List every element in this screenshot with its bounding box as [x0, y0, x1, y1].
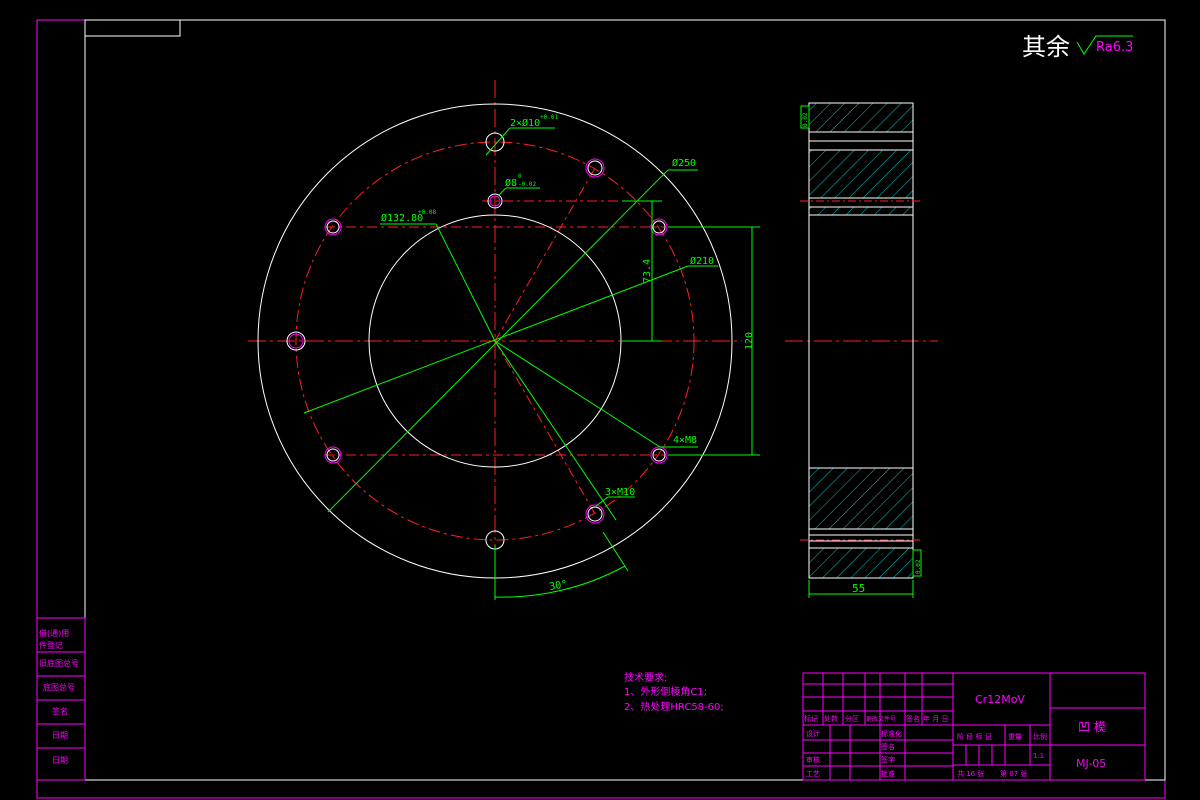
dim-d8: Ø8: [505, 177, 517, 189]
left-label-0: 借(通)用: [39, 628, 69, 638]
tb-scale-label: 比例: [1033, 732, 1047, 741]
dim-d8-tol-low: -0.02: [518, 181, 536, 188]
dim-angle: 30°: [549, 579, 569, 593]
left-label-1: 件登记: [39, 640, 63, 650]
tech-line-2: 2、热处理HRC58-60;: [624, 700, 724, 713]
tb-header-2: 分区: [845, 714, 859, 723]
dim-d13280: Ø132.80: [381, 212, 423, 224]
tech-requirements: 技术要求: 1、外形倒棱角C1; 2、热处理HRC58-60;: [624, 671, 724, 713]
tech-line-1: 1、外形倒棱角C1;: [624, 685, 707, 698]
tb-stage-label: 阶 段 标 记: [957, 732, 992, 741]
corner-box: [84, 19, 181, 37]
dim-d8-tol-up: 0: [518, 173, 522, 180]
tb-role-review: 审核: [806, 755, 820, 764]
tb-part-name: 凹 模: [1078, 720, 1106, 734]
tol-side-top: 0.02: [802, 112, 809, 127]
dim-m8: 4×M8: [673, 435, 697, 446]
tb-role2-approve: 批准: [881, 769, 895, 778]
tb-role2-mid1: 签字: [881, 755, 895, 764]
tb-header-3: 更改文件号: [866, 715, 896, 723]
dim-width: 55: [852, 582, 865, 595]
roughness-note: 其余 Ra6.3: [1022, 33, 1133, 61]
tb-drawing-no: MJ-05: [1076, 757, 1106, 770]
tb-header-0: 标记: [804, 714, 818, 723]
roughness-value: Ra6.3: [1096, 40, 1133, 55]
tb-material: Cr12MoV: [975, 693, 1025, 706]
dim-734: 73.4: [642, 259, 653, 283]
roughness-prefix: 其余: [1022, 33, 1070, 61]
tb-header-1: 处数: [824, 714, 838, 723]
front-view: 2×Ø10 +0.01 Ø250 Ø8 0 -0.02 Ø132.80 +0.0…: [248, 80, 760, 600]
drawing-canvas: 其余 Ra6.3 2×Ø10 +0.01 Ø250 Ø8 0 -0.02 Ø13…: [36, 19, 1166, 799]
dim-holes-top-tol: +0.01: [540, 114, 558, 121]
tb-weight-label: 重量: [1008, 733, 1022, 741]
left-label-6: 日期: [52, 756, 68, 765]
tech-title: 技术要求:: [624, 671, 667, 684]
inner-frame: [84, 19, 1166, 781]
tb-header-5: 年 月 日: [923, 714, 948, 723]
tol-side-bottom: 0.02: [915, 559, 922, 574]
tb-scale-value: 1:1: [1033, 752, 1044, 760]
tb-role2-mid0: 签名: [881, 742, 895, 751]
tb-sheets: 共 16 张: [957, 769, 984, 778]
tb-role2-standard: 标准化: [881, 729, 902, 738]
dim-m10: 3×M10: [605, 487, 635, 498]
dim-d210: Ø210: [690, 255, 714, 267]
left-label-3: 底图总号: [43, 682, 75, 692]
tb-role-process: 工艺: [806, 770, 820, 778]
dim-d250: Ø250: [672, 157, 696, 169]
left-label-2: 旧底图总号: [39, 658, 79, 668]
left-label-4: 签名: [52, 706, 68, 716]
tb-sheet-no: 第 07 张: [1000, 769, 1027, 778]
tb-header-4: 签名: [906, 714, 920, 723]
dim-d13280-tol: +0.08: [418, 209, 436, 216]
tb-role-design: 设计: [806, 729, 820, 738]
left-label-5: 日期: [52, 731, 68, 740]
dim-120: 120: [744, 332, 755, 350]
side-view: 0.02 0.02 55: [785, 102, 938, 598]
dim-holes-top: 2×Ø10: [510, 117, 540, 129]
